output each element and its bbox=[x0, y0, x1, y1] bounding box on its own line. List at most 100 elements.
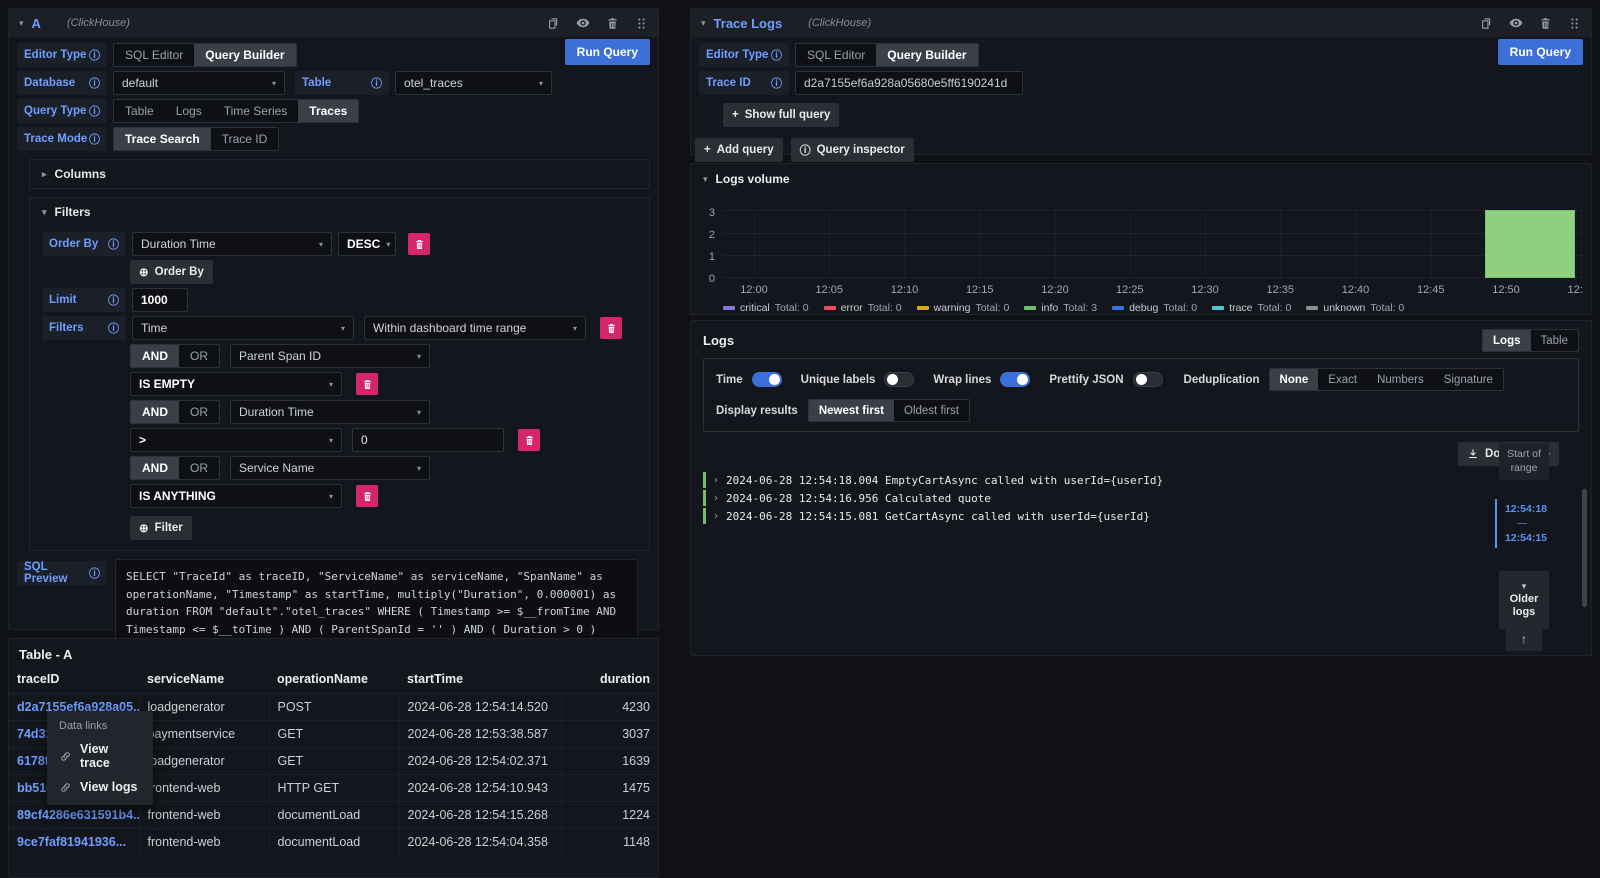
log-row[interactable]: › 2024-06-28 12:54:18.004 EmptyCartAsync… bbox=[703, 472, 1481, 488]
remove-condition-button[interactable] bbox=[518, 429, 540, 451]
prettify-json-toggle[interactable] bbox=[1133, 372, 1163, 387]
bool-and[interactable]: AND bbox=[131, 345, 179, 367]
duplicate-query-icon[interactable] bbox=[1480, 17, 1493, 30]
trace-id-link[interactable]: 89cf4286e631591b4... bbox=[17, 808, 139, 822]
remove-order-by-button[interactable] bbox=[408, 233, 430, 255]
filters-section-title[interactable]: ▾ Filters bbox=[30, 198, 649, 226]
editor-type-sql-editor[interactable]: SQL Editor bbox=[114, 44, 194, 66]
logs-scrollbar[interactable] bbox=[1582, 489, 1587, 607]
bool-or[interactable]: OR bbox=[179, 457, 219, 479]
info-logs-bar[interactable] bbox=[1485, 210, 1575, 278]
condition-field-select[interactable]: Duration Time▾ bbox=[230, 400, 430, 424]
log-range-indicator[interactable]: 12:54:18 — 12:54:15 bbox=[1497, 503, 1547, 544]
condition-field-select[interactable]: Service Name▾ bbox=[230, 456, 430, 480]
query-ref-id[interactable]: A bbox=[32, 16, 41, 31]
order-by-direction-select[interactable]: DESC▾ bbox=[338, 232, 396, 256]
col-starttime[interactable]: startTime bbox=[399, 666, 561, 694]
unique-labels-toggle[interactable] bbox=[884, 372, 914, 387]
database-select[interactable]: default▾ bbox=[113, 71, 285, 95]
view-trace-link[interactable]: View trace bbox=[59, 742, 141, 770]
info-icon[interactable]: ⓘ bbox=[108, 236, 119, 252]
order-by-field-select[interactable]: Duration Time▾ bbox=[132, 232, 332, 256]
add-order-by-button[interactable]: ⊕ Order By bbox=[130, 260, 213, 284]
collapse-filters-icon[interactable]: ▾ bbox=[42, 208, 47, 217]
info-icon[interactable]: ⓘ bbox=[89, 47, 100, 63]
logs-volume-header[interactable]: ▾ Logs volume bbox=[691, 164, 1591, 186]
collapse-query-icon[interactable]: ▾ bbox=[701, 19, 706, 28]
table-select[interactable]: otel_traces▾ bbox=[395, 71, 552, 95]
expand-columns-icon[interactable]: ▸ bbox=[42, 170, 47, 179]
trace-id-input[interactable]: d2a7155ef6a928a05680e5ff6190241d bbox=[795, 71, 1023, 95]
remove-condition-button[interactable] bbox=[356, 485, 378, 507]
view-table-tab[interactable]: Table bbox=[1531, 330, 1579, 351]
limit-input[interactable]: 1000 bbox=[132, 288, 188, 312]
legend-item-unknown[interactable]: unknown Total: 0 bbox=[1306, 302, 1404, 314]
info-icon[interactable]: ⓘ bbox=[89, 131, 100, 147]
legend-item-debug[interactable]: debug Total: 0 bbox=[1112, 302, 1197, 314]
legend-item-error[interactable]: error Total: 0 bbox=[824, 302, 902, 314]
time-toggle[interactable] bbox=[752, 372, 782, 387]
filter-field-select[interactable]: Time▾ bbox=[132, 316, 354, 340]
run-query-button[interactable]: Run Query bbox=[565, 39, 650, 65]
order-oldest-first[interactable]: Oldest first bbox=[894, 400, 969, 421]
bool-or[interactable]: OR bbox=[179, 345, 219, 367]
query-type-table[interactable]: Table bbox=[114, 100, 165, 122]
query-type-time-series[interactable]: Time Series bbox=[213, 100, 299, 122]
condition-value-input[interactable]: 0 bbox=[352, 428, 504, 452]
columns-section[interactable]: ▸ Columns bbox=[29, 159, 650, 189]
expand-log-icon[interactable]: › bbox=[713, 511, 719, 522]
info-icon[interactable]: ⓘ bbox=[89, 565, 100, 581]
run-query-button[interactable]: Run Query bbox=[1498, 39, 1583, 65]
info-icon[interactable]: ⓘ bbox=[89, 75, 100, 91]
remove-filter-button[interactable] bbox=[600, 317, 622, 339]
expand-log-icon[interactable]: › bbox=[713, 493, 719, 504]
dedup-none[interactable]: None bbox=[1270, 369, 1319, 390]
log-row[interactable]: › 2024-06-28 12:54:15.081 GetCartAsync c… bbox=[703, 508, 1481, 524]
info-icon[interactable]: ⓘ bbox=[89, 103, 100, 119]
col-servicename[interactable]: serviceName bbox=[139, 666, 269, 694]
col-duration[interactable]: duration bbox=[561, 666, 658, 694]
info-icon[interactable]: ⓘ bbox=[108, 320, 119, 336]
info-icon[interactable]: ⓘ bbox=[371, 75, 382, 91]
view-logs-link[interactable]: View logs bbox=[59, 780, 141, 794]
dedup-exact[interactable]: Exact bbox=[1318, 369, 1367, 390]
editor-type-query-builder[interactable]: Query Builder bbox=[194, 44, 295, 66]
older-logs-button[interactable]: ▾ Older logs bbox=[1499, 571, 1549, 629]
trace-mode-id[interactable]: Trace ID bbox=[211, 128, 279, 150]
legend-item-info[interactable]: info Total: 3 bbox=[1024, 302, 1097, 314]
hide-response-icon[interactable] bbox=[576, 16, 590, 30]
remove-condition-button[interactable] bbox=[356, 373, 378, 395]
info-icon[interactable]: ⓘ bbox=[108, 292, 119, 308]
col-operationname[interactable]: operationName bbox=[269, 666, 399, 694]
query-ref-id[interactable]: Trace Logs bbox=[714, 16, 783, 31]
info-icon[interactable]: ⓘ bbox=[771, 47, 782, 63]
bool-or[interactable]: OR bbox=[179, 401, 219, 423]
collapse-logs-volume-icon[interactable]: ▾ bbox=[703, 175, 708, 184]
query-inspector-button[interactable]: ⓘ Query inspector bbox=[791, 138, 914, 162]
condition-operator-select[interactable]: IS ANYTHING▾ bbox=[130, 484, 342, 508]
bool-and[interactable]: AND bbox=[131, 401, 179, 423]
editor-type-sql-editor[interactable]: SQL Editor bbox=[796, 44, 876, 66]
editor-type-query-builder[interactable]: Query Builder bbox=[876, 44, 977, 66]
hide-response-icon[interactable] bbox=[1509, 16, 1523, 30]
wrap-lines-toggle[interactable] bbox=[1000, 372, 1030, 387]
legend-item-trace[interactable]: trace Total: 0 bbox=[1212, 302, 1291, 314]
trace-mode-search[interactable]: Trace Search bbox=[114, 128, 211, 150]
dedup-numbers[interactable]: Numbers bbox=[1367, 369, 1434, 390]
scroll-to-top-button[interactable]: ↑ bbox=[1506, 627, 1542, 651]
drag-handle-icon[interactable] bbox=[635, 17, 648, 30]
legend-item-warning[interactable]: warning Total: 0 bbox=[917, 302, 1010, 314]
delete-query-icon[interactable] bbox=[606, 17, 619, 30]
expand-log-icon[interactable]: › bbox=[713, 475, 719, 486]
add-query-button[interactable]: + Add query bbox=[695, 138, 783, 162]
bool-and[interactable]: AND bbox=[131, 457, 179, 479]
show-full-query-button[interactable]: + Show full query bbox=[723, 103, 839, 127]
query-type-logs[interactable]: Logs bbox=[165, 100, 213, 122]
duplicate-query-icon[interactable] bbox=[547, 17, 560, 30]
query-type-traces[interactable]: Traces bbox=[298, 100, 358, 122]
info-icon[interactable]: ⓘ bbox=[771, 75, 782, 91]
logs-volume-plot[interactable] bbox=[723, 210, 1583, 278]
dedup-signature[interactable]: Signature bbox=[1434, 369, 1503, 390]
table-a-title[interactable]: Table - A bbox=[9, 639, 658, 666]
condition-operator-select[interactable]: IS EMPTY▾ bbox=[130, 372, 342, 396]
